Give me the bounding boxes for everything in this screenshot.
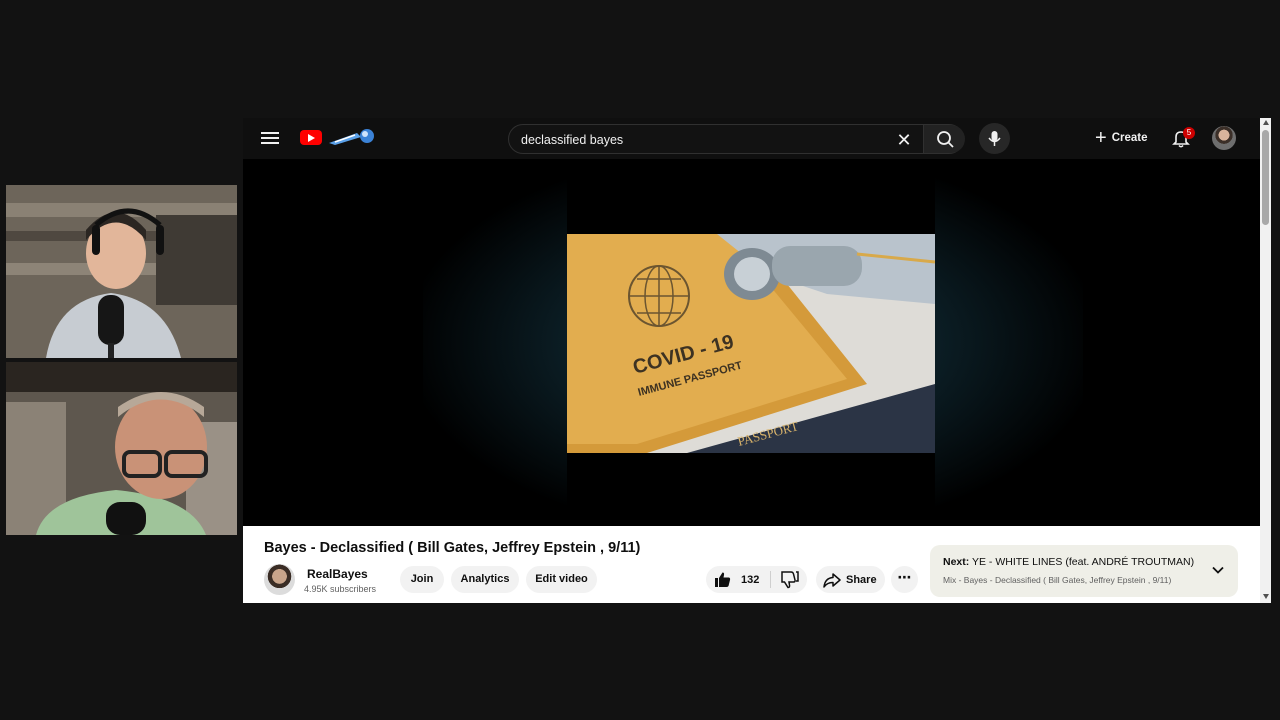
up-next-title: Next: YE - WHITE LINES (feat. ANDRÉ TROU… [943, 556, 1194, 568]
search-input[interactable] [521, 132, 881, 148]
channel-name[interactable]: RealBayes [307, 567, 368, 581]
menu-icon[interactable] [261, 129, 279, 147]
chevron-down-icon[interactable] [1211, 563, 1225, 577]
webcam-person-2 [6, 362, 237, 535]
search-button[interactable] [923, 125, 965, 153]
up-next-label: Next: [943, 556, 970, 568]
video-frame-image: COVID - 19 IMMUNE PASSPORT PASSPORT [567, 234, 935, 453]
youtube-doodle-icon[interactable] [327, 127, 375, 147]
create-label: Create [1111, 132, 1148, 144]
video-player[interactable]: COVID - 19 IMMUNE PASSPORT PASSPORT [243, 159, 1260, 526]
like-dislike-group: 132 [706, 566, 807, 593]
youtube-logo-icon[interactable] [300, 130, 322, 145]
account-avatar[interactable] [1212, 126, 1236, 150]
webcam-feed-top [6, 185, 237, 358]
share-button[interactable]: Share [816, 566, 885, 593]
dislike-button[interactable] [772, 566, 807, 593]
analytics-button[interactable]: Analytics [451, 566, 519, 593]
video-info-panel: Bayes - Declassified ( Bill Gates, Jeffr… [243, 526, 1260, 603]
up-next-video-title: YE - WHITE LINES (feat. ANDRÉ TROUTMAN) [972, 556, 1195, 568]
up-next-subtitle: Mix - Bayes - Declassified ( Bill Gates,… [943, 575, 1172, 585]
join-button[interactable]: Join [400, 566, 444, 593]
like-divider [770, 571, 771, 588]
webcam-person-1 [6, 185, 237, 358]
subscriber-count: 4.95K subscribers [304, 584, 377, 594]
like-button[interactable]: 132 [706, 566, 768, 593]
video-title: Bayes - Declassified ( Bill Gates, Jeffr… [264, 540, 641, 556]
like-count: 132 [741, 573, 760, 586]
share-label: Share [846, 573, 877, 586]
plus-icon: + [1095, 127, 1107, 149]
vertical-scrollbar[interactable] [1260, 118, 1271, 603]
covid-passport-image: COVID - 19 IMMUNE PASSPORT PASSPORT [567, 234, 935, 453]
more-actions-button[interactable]: ⋯ [891, 566, 918, 593]
voice-search-button[interactable] [979, 123, 1010, 154]
webcam-feed-bottom [6, 362, 237, 535]
scroll-up-arrow-icon[interactable] [1263, 120, 1269, 125]
search-box: ✕ [508, 124, 965, 154]
share-arrow-icon [823, 572, 841, 588]
edit-video-button[interactable]: Edit video [526, 566, 597, 593]
create-button[interactable]: + Create [1089, 126, 1154, 150]
channel-avatar[interactable] [264, 564, 295, 595]
masthead: ✕ + Create [243, 118, 1260, 159]
youtube-window: ✕ + Create [243, 118, 1271, 603]
search-icon [937, 131, 954, 148]
clear-search-icon[interactable]: ✕ [895, 131, 913, 149]
screen: ✕ + Create [0, 0, 1280, 720]
notification-badge: 5 [1183, 127, 1195, 139]
up-next-panel[interactable]: Next: YE - WHITE LINES (feat. ANDRÉ TROU… [930, 545, 1238, 597]
microphone-icon [988, 131, 1001, 146]
thumbs-down-icon [781, 571, 799, 589]
scrollbar-thumb[interactable] [1262, 130, 1269, 225]
thumbs-up-icon [715, 572, 731, 587]
scroll-down-arrow-icon[interactable] [1263, 594, 1269, 599]
